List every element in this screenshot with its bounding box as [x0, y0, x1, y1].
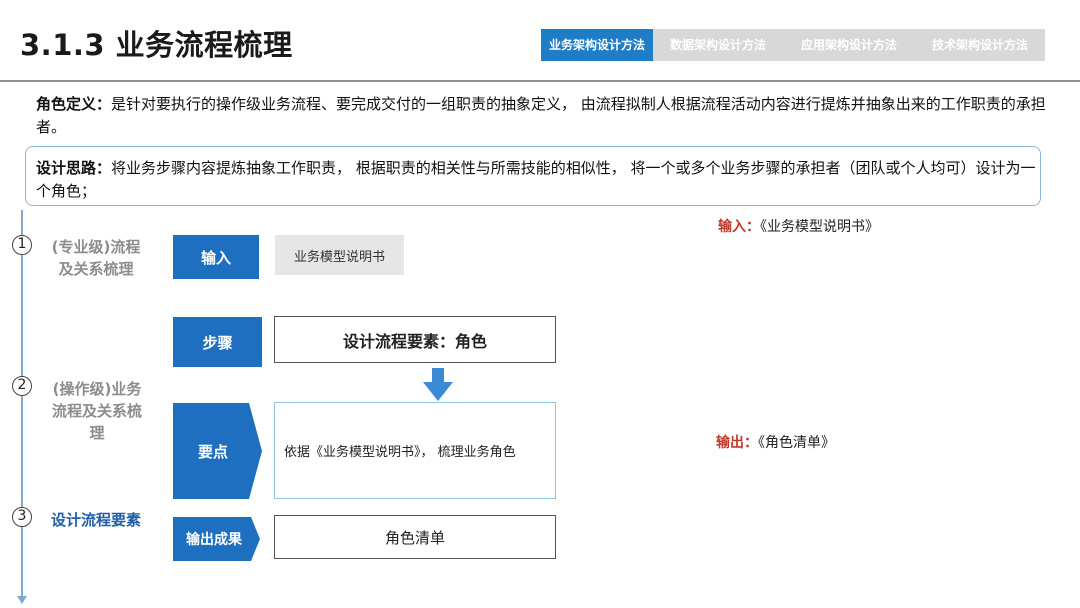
step-number-1: 1 — [12, 235, 32, 255]
step-label-2: (操作级)业务流程及关系梳理 — [51, 380, 142, 442]
architecture-tabs: 业务架构设计方法 数据架构设计方法 应用架构设计方法 技术架构设计方法 — [541, 29, 1045, 61]
points-value-box: 依据《业务模型说明书》， 梳理业务角色 — [274, 402, 556, 499]
output-note-label: 输出： — [716, 435, 758, 451]
step-label-3: 设计流程要素 — [50, 511, 141, 529]
output-value-box: 角色清单 — [274, 515, 556, 559]
page-title: 3.1.3 业务流程梳理 — [20, 28, 293, 62]
role-definition-text: 是针对要执行的操作级业务流程、要完成交付的一组职责的抽象定义， 由流程拟制人根据… — [36, 95, 1046, 136]
output-note-doc: 《角色清单》 — [758, 435, 835, 451]
down-arrow-icon — [423, 368, 453, 401]
step-label-box: 步骤 — [173, 317, 262, 367]
output-label-box: 输出成果 — [186, 532, 242, 548]
points-label-box: 要点 — [197, 442, 228, 461]
role-definition-label: 角色定义： — [36, 95, 112, 113]
design-idea: 设计思路：将业务步骤内容提炼抽象工作职责， 根据职责的相关性与所需技能的相似性，… — [36, 157, 1036, 203]
role-definition: 角色定义：是针对要执行的操作级业务流程、要完成交付的一组职责的抽象定义， 由流程… — [36, 93, 1046, 139]
step-number-2: 2 — [12, 376, 32, 396]
tab-data-architecture[interactable]: 数据架构设计方法 — [653, 29, 783, 61]
design-idea-label: 设计思路： — [36, 159, 112, 177]
step-label-1: (专业级)流程及关系梳理 — [51, 238, 141, 278]
tab-business-architecture[interactable]: 业务架构设计方法 — [541, 29, 653, 61]
input-note-label: 输入： — [718, 219, 760, 235]
design-idea-text: 将业务步骤内容提炼抽象工作职责， 根据职责的相关性与所需技能的相似性， 将一个或… — [36, 159, 1036, 200]
step-value-box: 设计流程要素：角色 — [274, 316, 556, 363]
tab-technology-architecture[interactable]: 技术架构设计方法 — [915, 29, 1045, 61]
timeline-arrow-icon — [17, 596, 27, 604]
step-number-3: 3 — [12, 507, 32, 527]
input-value-box: 业务模型说明书 — [275, 235, 404, 275]
input-note: 输入：《业务模型说明书》 — [718, 216, 879, 236]
output-note: 输出：《角色清单》 — [716, 432, 835, 452]
input-note-doc: 《业务模型说明书》 — [760, 219, 879, 235]
input-label-box: 输入 — [173, 235, 259, 279]
timeline-line — [21, 210, 23, 600]
tab-application-architecture[interactable]: 应用架构设计方法 — [783, 29, 915, 61]
header-divider — [0, 80, 1080, 82]
